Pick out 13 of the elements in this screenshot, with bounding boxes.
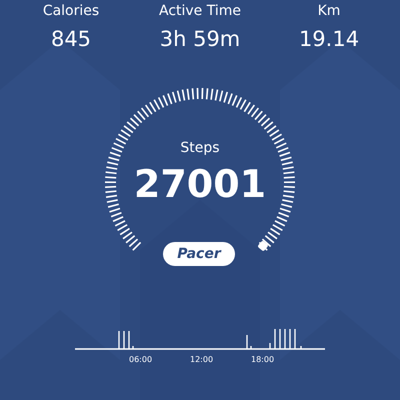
stat-label: Active Time <box>158 2 242 20</box>
stat-label: Calories <box>42 2 100 20</box>
time-axis-label: 06:00 <box>129 355 152 364</box>
stat-value: 3h 59m <box>160 26 240 52</box>
steps-label: Steps <box>180 140 220 156</box>
time-axis-label: 18:00 <box>251 355 274 364</box>
progress-marker-icon <box>257 240 269 252</box>
stat-value: 19.14 <box>298 26 360 52</box>
steps-count: 27001 <box>134 162 266 206</box>
brand-logo: Pacer <box>163 242 235 266</box>
time-axis-label: 12:00 <box>190 355 214 364</box>
stat-label: Km <box>318 2 340 20</box>
stat-value: 845 <box>50 26 92 52</box>
